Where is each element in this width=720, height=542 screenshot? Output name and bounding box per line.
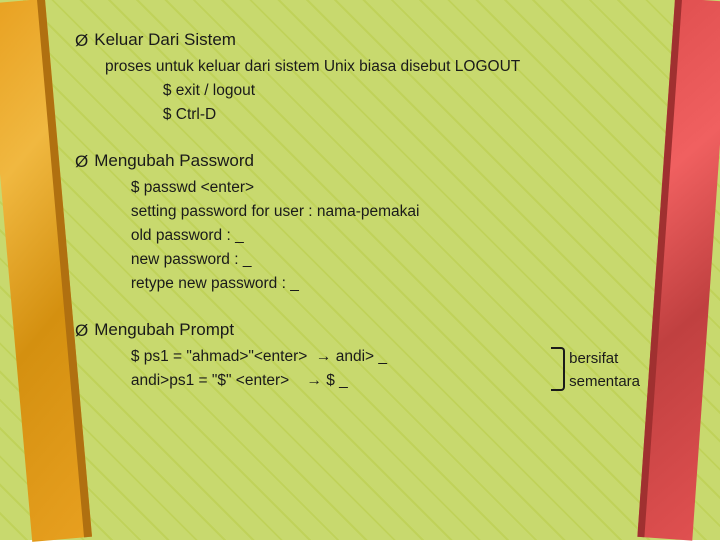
bullet-2: Ø [75, 150, 88, 174]
brace-decoration [551, 347, 565, 391]
section-keluar: Ø Keluar Dari Sistem proses untuk keluar… [75, 28, 640, 127]
keluar-line-2: $ exit / logout [105, 79, 640, 103]
passwd-line-5: retype new password : _ [105, 272, 640, 296]
main-content: Ø Keluar Dari Sistem proses untuk keluar… [0, 0, 720, 540]
prompt-line-2: andi>ps1 = "$" <enter> → $ _ [105, 369, 555, 393]
section-keluar-body: proses untuk keluar dari sistem Unix bia… [75, 55, 640, 127]
section-keluar-title: Keluar Dari Sistem [94, 28, 236, 52]
bullet-3: Ø [75, 319, 88, 343]
bersifat-label: bersifat [569, 347, 640, 370]
prompt-main-lines: $ ps1 = "ahmad>"<enter> → andi> _ andi>p… [105, 345, 555, 393]
passwd-line-1: $ passwd <enter> [105, 176, 640, 200]
passwd-line-4: new password : _ [105, 248, 640, 272]
passwd-line-2: setting password for user : nama-pemakai [105, 200, 640, 224]
prompt-line-1: $ ps1 = "ahmad>"<enter> → andi> _ [105, 345, 555, 369]
section-password-title: Mengubah Password [94, 149, 254, 173]
keluar-line-1: proses untuk keluar dari sistem Unix bia… [105, 55, 640, 79]
bersifat-container: bersifat sementara [569, 347, 640, 394]
bullet-1: Ø [75, 29, 88, 53]
section-prompt-title: Mengubah Prompt [94, 318, 234, 342]
sementara-label: sementara [569, 370, 640, 393]
keluar-line-3: $ Ctrl-D [105, 103, 640, 127]
section-password: Ø Mengubah Password $ passwd <enter> set… [75, 149, 640, 296]
passwd-line-3: old password : _ [105, 224, 640, 248]
prompt-lines-row: $ ps1 = "ahmad>"<enter> → andi> _ andi>p… [105, 345, 640, 394]
section-prompt: Ø Mengubah Prompt $ ps1 = "ahmad>"<enter… [75, 318, 640, 393]
section-prompt-body: $ ps1 = "ahmad>"<enter> → andi> _ andi>p… [75, 345, 640, 394]
section-password-body: $ passwd <enter> setting password for us… [75, 176, 640, 296]
